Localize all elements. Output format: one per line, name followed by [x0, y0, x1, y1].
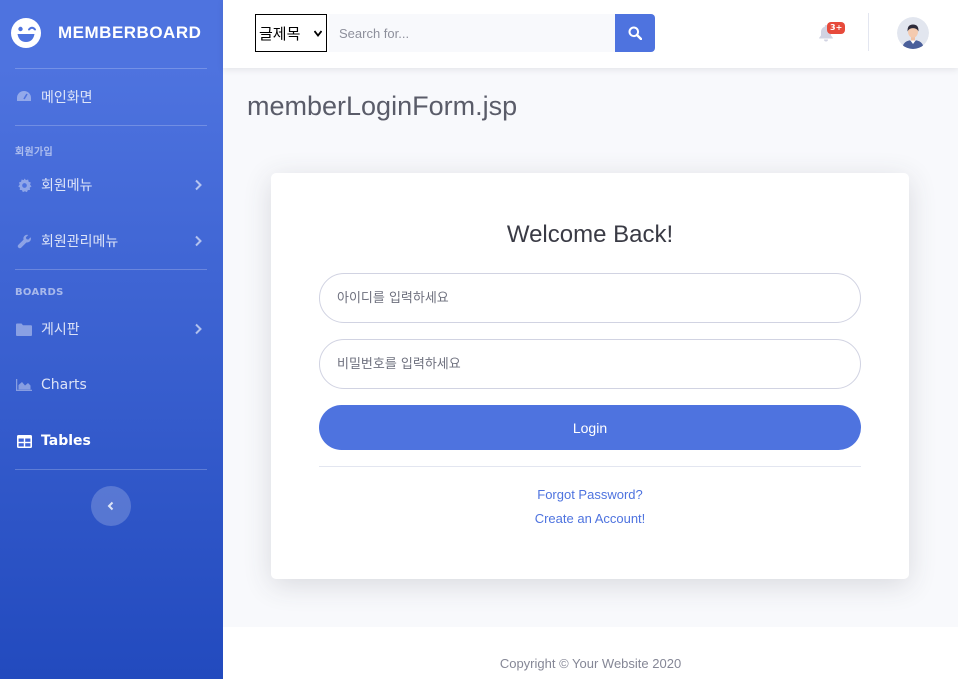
sidebar: MEMBERBOARD 메인화면 회원가입 회원메뉴 회원관리메뉴 BOARDS… — [0, 0, 223, 679]
login-heading: Welcome Back! — [506, 221, 674, 248]
forgot-password-link[interactable]: Forgot Password? — [271, 487, 909, 502]
sidebar-item-member-admin-menu[interactable]: 회원관리메뉴 — [0, 221, 223, 261]
table-icon — [16, 433, 32, 449]
sidebar-item-charts[interactable]: Charts — [0, 365, 223, 405]
sidebar-divider — [15, 469, 207, 470]
chevron-left-icon — [107, 501, 114, 511]
sidebar-toggle-button[interactable] — [91, 486, 131, 526]
search-icon — [628, 26, 642, 40]
login-card: Welcome Back! Login Forgot Password? Cre… — [271, 173, 909, 579]
page-title: memberLoginForm.jsp — [247, 91, 518, 121]
brand-name: MEMBERBOARD — [58, 23, 202, 42]
chevron-down-icon — [314, 30, 322, 37]
sidebar-item-label: Charts — [41, 377, 87, 393]
sidebar-item-tables[interactable]: Tables — [0, 421, 223, 461]
sidebar-divider — [15, 68, 207, 69]
sidebar-item-board[interactable]: 게시판 — [0, 309, 223, 349]
sidebar-divider — [15, 125, 207, 126]
tachometer-icon — [16, 89, 32, 105]
sidebar-item-label: 메인화면 — [41, 90, 93, 106]
folder-icon — [16, 321, 32, 337]
chevron-right-icon — [195, 323, 202, 335]
sidebar-brand[interactable]: MEMBERBOARD — [10, 16, 201, 50]
card-divider — [319, 466, 861, 467]
laugh-wink-icon — [11, 18, 41, 48]
login-button[interactable]: Login — [319, 405, 861, 450]
footer: Copyright © Your Website 2020 — [223, 627, 958, 679]
footer-copyright: Copyright © Your Website 2020 — [499, 656, 682, 671]
category-select[interactable]: 글제목 — [255, 14, 327, 52]
sidebar-heading-boards: BOARDS — [15, 287, 64, 298]
chevron-right-icon — [195, 179, 202, 191]
notification-badge: 3+ — [827, 22, 846, 34]
chevron-right-icon — [195, 235, 202, 247]
sidebar-item-member-menu[interactable]: 회원메뉴 — [0, 165, 223, 205]
create-account-link[interactable]: Create an Account! — [271, 511, 909, 526]
sidebar-divider — [15, 269, 207, 270]
category-select-value: 글제목 — [259, 24, 301, 43]
wrench-icon — [16, 233, 32, 249]
topbar-divider — [868, 13, 869, 51]
user-avatar-icon — [897, 17, 929, 49]
sidebar-heading-member: 회원가입 — [15, 147, 53, 158]
user-avatar[interactable] — [897, 17, 929, 49]
topbar: 글제목 3+ — [223, 0, 958, 68]
user-id-field[interactable] — [319, 273, 861, 323]
sidebar-item-dashboard[interactable]: 메인화면 — [0, 77, 223, 117]
chart-area-icon — [16, 377, 32, 393]
sidebar-item-label: 게시판 — [41, 322, 80, 338]
sidebar-item-label: 회원관리메뉴 — [41, 234, 119, 250]
search-button[interactable] — [615, 14, 655, 52]
password-field[interactable] — [319, 339, 861, 389]
cog-icon — [16, 177, 32, 193]
sidebar-item-label: 회원메뉴 — [41, 178, 93, 194]
sidebar-item-label: Tables — [41, 433, 91, 449]
search-input[interactable] — [329, 14, 615, 52]
